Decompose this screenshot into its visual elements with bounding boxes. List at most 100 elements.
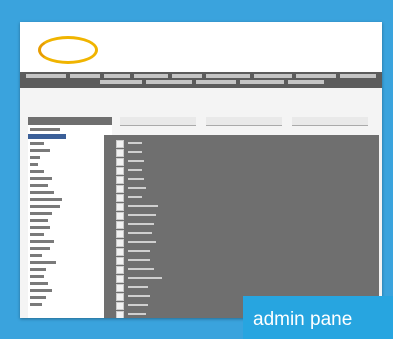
checkbox-icon[interactable] (116, 230, 124, 238)
list-item[interactable] (116, 193, 366, 202)
main-navbar (20, 72, 382, 88)
checkbox-icon[interactable] (116, 176, 124, 184)
row-label (128, 160, 144, 162)
row-label (128, 151, 142, 153)
nav-item[interactable] (288, 80, 324, 84)
sidebar-item[interactable] (30, 212, 52, 215)
list-item[interactable] (116, 238, 366, 247)
checkbox-icon[interactable] (116, 302, 124, 310)
row-label (128, 205, 158, 207)
tab-3[interactable] (292, 117, 368, 126)
row-label (128, 241, 156, 243)
row-label (128, 169, 142, 171)
checkbox-icon[interactable] (116, 140, 124, 148)
list-item[interactable] (116, 211, 366, 220)
sidebar-item[interactable] (30, 163, 38, 166)
nav-item[interactable] (104, 74, 130, 78)
checkbox-icon[interactable] (116, 248, 124, 256)
sidebar-item[interactable] (30, 247, 50, 250)
tab-bar (120, 117, 374, 126)
sidebar-item[interactable] (30, 233, 44, 236)
checkbox-list-panel (104, 135, 379, 318)
checkbox-icon[interactable] (116, 185, 124, 193)
row-label (128, 178, 144, 180)
checkbox-icon[interactable] (116, 194, 124, 202)
caption-banner: admin pane (243, 296, 393, 339)
sidebar-item[interactable] (30, 303, 42, 306)
checkbox-icon[interactable] (116, 284, 124, 292)
list-item[interactable] (116, 175, 366, 184)
checkbox-icon[interactable] (116, 311, 124, 318)
checkbox-icon[interactable] (116, 293, 124, 301)
checkbox-icon[interactable] (116, 275, 124, 283)
list-item[interactable] (116, 184, 366, 193)
list-item[interactable] (116, 256, 366, 265)
list-item[interactable] (116, 157, 366, 166)
sidebar-item[interactable] (30, 261, 56, 264)
tab-2[interactable] (206, 117, 282, 126)
nav-item[interactable] (26, 74, 66, 78)
sidebar-item[interactable] (30, 128, 60, 131)
checkbox-icon[interactable] (116, 221, 124, 229)
row-label (128, 277, 162, 279)
row-label (128, 286, 148, 288)
list-item[interactable] (116, 202, 366, 211)
list-item[interactable] (116, 229, 366, 238)
nav-item[interactable] (196, 80, 236, 84)
admin-screen (20, 22, 382, 318)
sidebar (28, 117, 112, 318)
list-item[interactable] (116, 220, 366, 229)
sidebar-item[interactable] (30, 219, 48, 222)
checkbox-icon[interactable] (116, 149, 124, 157)
row-label (128, 223, 154, 225)
sidebar-item[interactable] (30, 156, 40, 159)
checkbox-icon[interactable] (116, 167, 124, 175)
sidebar-item[interactable] (30, 149, 50, 152)
nav-item[interactable] (134, 74, 168, 78)
list-item[interactable] (116, 139, 366, 148)
sidebar-item[interactable] (30, 170, 44, 173)
row-label (128, 313, 146, 315)
nav-item[interactable] (146, 80, 192, 84)
company-logo (36, 34, 98, 64)
nav-item[interactable] (296, 74, 336, 78)
nav-item[interactable] (340, 74, 376, 78)
nav-item[interactable] (100, 80, 142, 84)
list-item[interactable] (116, 283, 366, 292)
list-item[interactable] (116, 274, 366, 283)
sidebar-item[interactable] (30, 282, 48, 285)
checkbox-icon[interactable] (116, 239, 124, 247)
sidebar-item[interactable] (30, 226, 50, 229)
tab-1[interactable] (120, 117, 196, 126)
sidebar-item-selected[interactable] (28, 134, 66, 139)
checkbox-icon[interactable] (116, 203, 124, 211)
nav-item[interactable] (70, 74, 100, 78)
checkbox-icon[interactable] (116, 266, 124, 274)
sidebar-item[interactable] (30, 142, 44, 145)
list-item[interactable] (116, 247, 366, 256)
list-item[interactable] (116, 148, 366, 157)
list-item[interactable] (116, 166, 366, 175)
checkbox-icon[interactable] (116, 158, 124, 166)
sidebar-item[interactable] (30, 205, 60, 208)
sidebar-item[interactable] (30, 254, 42, 257)
nav-item[interactable] (240, 80, 284, 84)
checkbox-icon[interactable] (116, 257, 124, 265)
sidebar-item[interactable] (30, 275, 44, 278)
sidebar-item[interactable] (30, 268, 46, 271)
nav-item[interactable] (254, 74, 292, 78)
sidebar-item[interactable] (30, 191, 54, 194)
sidebar-item[interactable] (30, 296, 46, 299)
row-label (128, 232, 152, 234)
sidebar-item[interactable] (30, 198, 62, 201)
nav-item[interactable] (172, 74, 202, 78)
sidebar-item[interactable] (30, 289, 52, 292)
checkbox-icon[interactable] (116, 212, 124, 220)
list-item[interactable] (116, 265, 366, 274)
sidebar-item[interactable] (30, 177, 52, 180)
row-label (128, 268, 154, 270)
sidebar-item[interactable] (30, 240, 54, 243)
photo-frame (0, 0, 393, 339)
nav-item[interactable] (206, 74, 250, 78)
sidebar-item[interactable] (30, 184, 48, 187)
